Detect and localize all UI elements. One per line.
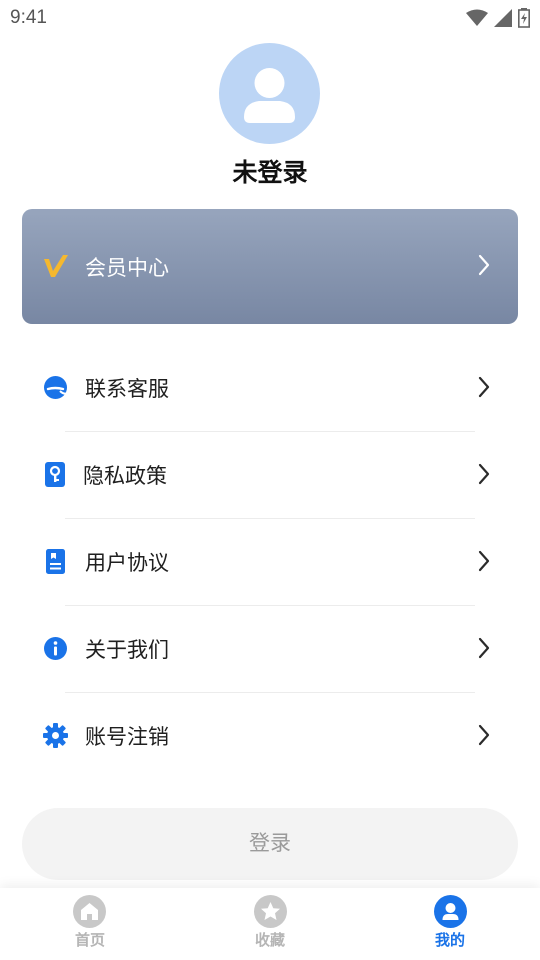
user-avatar-icon <box>244 68 295 123</box>
bottom-tab-bar: 首页 收藏 我的 <box>0 888 540 960</box>
menu-item-label: 联系客服 <box>85 377 169 401</box>
document-icon <box>43 549 68 574</box>
chevron-right-icon <box>478 254 490 280</box>
chevron-right-icon <box>478 550 490 576</box>
tab-favorites[interactable]: 收藏 <box>180 888 360 960</box>
chevron-right-icon <box>478 376 490 402</box>
tab-mine[interactable]: 我的 <box>360 888 540 960</box>
menu-item-label: 账号注销 <box>85 725 169 749</box>
status-time: 9:41 <box>10 7 47 28</box>
user-icon <box>434 895 467 928</box>
customer-service-icon <box>43 375 69 400</box>
gear-icon <box>43 723 68 748</box>
wifi-icon <box>466 9 488 31</box>
tab-label: 我的 <box>434 931 465 949</box>
tab-label: 首页 <box>74 931 105 949</box>
menu-item-label: 用户协议 <box>85 551 169 575</box>
home-icon <box>73 895 106 928</box>
star-icon <box>254 895 287 928</box>
status-bar: 9:41 <box>0 0 540 36</box>
login-button[interactable]: 登录 <box>22 808 518 880</box>
menu-item-customer-service[interactable]: 联系客服 <box>0 345 540 432</box>
menu-item-user-agreement[interactable]: 用户协议 <box>0 519 540 606</box>
chevron-right-icon <box>478 463 490 489</box>
tab-home[interactable]: 首页 <box>0 888 180 960</box>
tab-label: 收藏 <box>254 931 285 949</box>
privacy-key-icon <box>43 462 68 487</box>
status-icons <box>466 8 530 32</box>
username[interactable]: 未登录 <box>0 153 540 189</box>
vip-center-card[interactable]: 会员中心 <box>22 209 518 324</box>
info-icon <box>43 636 68 661</box>
battery-icon <box>518 8 530 32</box>
cellular-signal-icon <box>494 9 512 31</box>
menu-item-label: 关于我们 <box>85 638 169 662</box>
avatar[interactable] <box>219 43 320 144</box>
chevron-right-icon <box>478 724 490 750</box>
menu-item-account-deletion[interactable]: 账号注销 <box>0 693 540 780</box>
menu-item-about-us[interactable]: 关于我们 <box>0 606 540 693</box>
menu-item-label: 隐私政策 <box>83 464 167 488</box>
menu-item-privacy-policy[interactable]: 隐私政策 <box>0 432 540 519</box>
chevron-right-icon <box>478 637 490 663</box>
vip-logo-icon <box>44 255 68 281</box>
vip-center-label: 会员中心 <box>85 256 169 280</box>
